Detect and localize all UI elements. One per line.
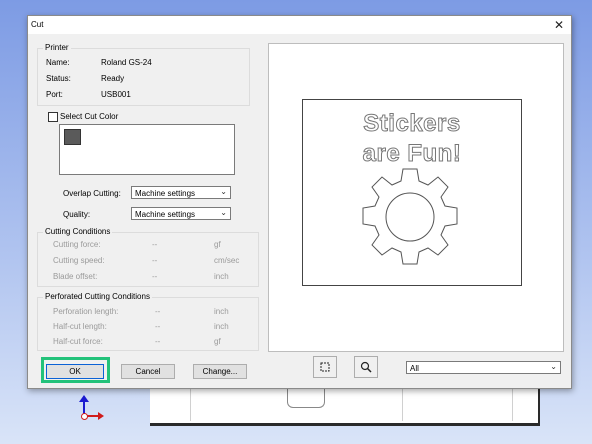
preview-artboard: Stickers are Fun! [302, 99, 522, 286]
chevron-down-icon: ⌄ [550, 362, 557, 371]
quality-value: Machine settings [135, 210, 196, 219]
cutting-conditions-title: Cutting Conditions [43, 227, 113, 236]
perforated-conditions-title: Perforated Cutting Conditions [43, 292, 152, 301]
printer-name-value: Roland GS-24 [101, 58, 152, 67]
dialog-title: Cut [31, 20, 44, 29]
cutting-force-unit: gf [214, 240, 221, 249]
chevron-down-icon: ⌄ [220, 187, 227, 196]
x-axis-arrowhead-icon [98, 412, 104, 420]
change-printer-button[interactable]: Change... [193, 364, 247, 379]
printer-port-value: USB001 [101, 90, 131, 99]
blade-offset-unit: inch [214, 272, 229, 281]
select-cut-color-label: Select Cut Color [60, 112, 119, 121]
printer-name-label: Name: [46, 58, 70, 67]
printer-status-label: Status: [46, 74, 71, 83]
half-cut-length-unit: inch [214, 322, 229, 331]
title-bar[interactable]: Cut ✕ [28, 16, 571, 34]
perforated-conditions-group: Perforated Cutting Conditions Perforatio… [37, 292, 259, 351]
fit-frame-icon [320, 362, 330, 372]
design-canvas [150, 385, 540, 426]
zoom-button[interactable] [354, 356, 378, 378]
printer-status-value: Ready [101, 74, 125, 83]
half-cut-force-label: Half-cut force: [53, 337, 103, 346]
grid-line [190, 385, 191, 421]
half-cut-force-unit: gf [214, 337, 221, 346]
grid-line [512, 385, 513, 421]
half-cut-force-value: -- [155, 337, 161, 346]
half-cut-length-label: Half-cut length: [53, 322, 107, 331]
perforation-length-unit: inch [214, 307, 229, 316]
select-cut-color-checkbox[interactable] [48, 112, 58, 122]
magnifier-icon [360, 361, 372, 373]
overlap-cutting-label: Overlap Cutting: [63, 189, 121, 198]
gear-shape-icon [362, 168, 458, 265]
overlap-cutting-select[interactable]: Machine settings ⌄ [131, 186, 231, 199]
cutting-force-value: -- [152, 240, 158, 249]
grid-line [402, 385, 403, 421]
perforation-length-value: -- [155, 307, 161, 316]
cut-preview-panel: Stickers are Fun! [268, 43, 564, 352]
quality-select[interactable]: Machine settings ⌄ [131, 207, 231, 220]
ok-button-highlight [41, 357, 110, 383]
page-select[interactable]: All ⌄ [406, 361, 561, 374]
half-cut-length-value: -- [155, 322, 161, 331]
quality-label: Quality: [63, 210, 91, 219]
cut-dialog: Cut ✕ Printer Name: Roland GS-24 Status:… [27, 15, 572, 389]
printer-group: Printer Name: Roland GS-24 Status: Ready… [37, 43, 250, 106]
blade-offset-value: -- [152, 272, 158, 281]
cutting-conditions-group: Cutting Conditions Cutting force: -- gf … [37, 227, 259, 287]
cut-color-swatch[interactable] [64, 129, 81, 145]
overlap-cutting-value: Machine settings [135, 189, 196, 198]
printer-group-title: Printer [43, 43, 71, 52]
page-select-value: All [410, 364, 419, 373]
cutting-speed-unit: cm/sec [214, 256, 240, 265]
blade-offset-label: Blade offset: [53, 272, 98, 281]
printer-port-label: Port: [46, 90, 63, 99]
fit-to-page-button[interactable] [313, 356, 337, 378]
origin-marker-icon [81, 413, 88, 420]
preview-text-line2: are Fun! [362, 140, 462, 168]
chevron-down-icon: ⌄ [220, 208, 227, 217]
cutting-force-label: Cutting force: [53, 240, 101, 249]
y-axis-arrowhead-icon [79, 395, 89, 402]
perforation-length-label: Perforation length: [53, 307, 119, 316]
cut-color-list[interactable] [59, 124, 235, 175]
cutting-speed-value: -- [152, 256, 158, 265]
close-icon[interactable]: ✕ [551, 17, 567, 33]
cutting-speed-label: Cutting speed: [53, 256, 105, 265]
cancel-button[interactable]: Cancel [121, 364, 175, 379]
preview-text-line1: Stickers [363, 110, 461, 138]
